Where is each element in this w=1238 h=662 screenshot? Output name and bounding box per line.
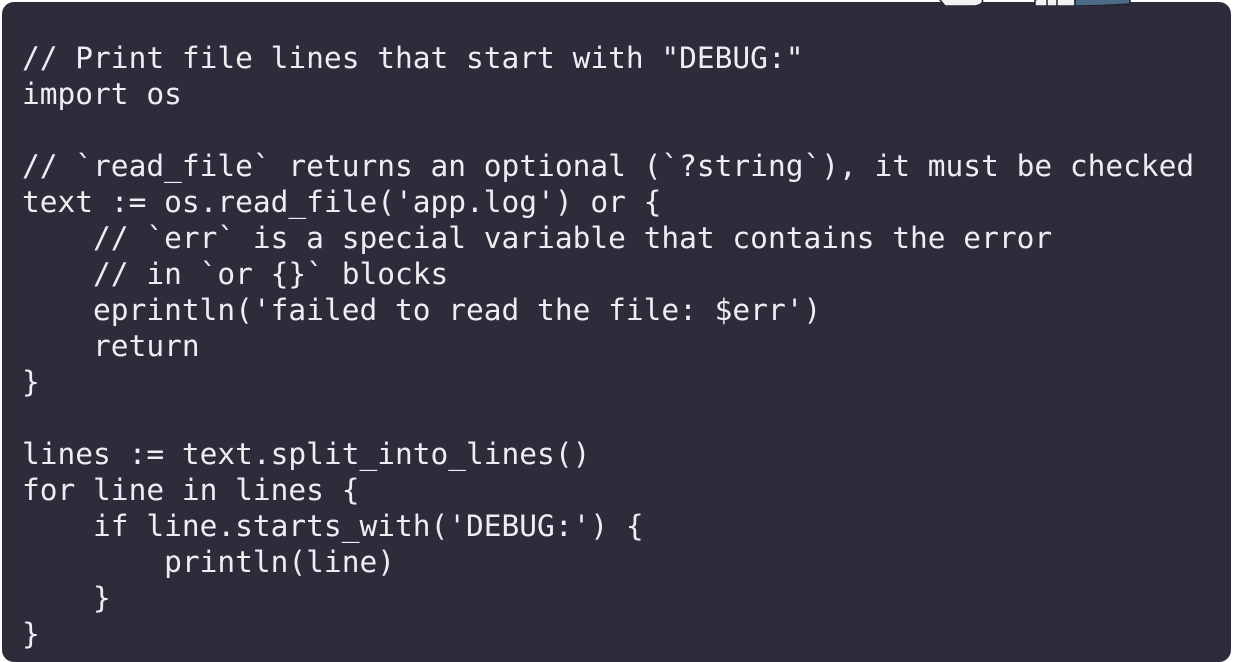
code-line-4: // `read_file` returns an optional (`?st… <box>22 149 1195 183</box>
code-snippet-panel: // Print file lines that start with "DEB… <box>2 2 1231 662</box>
code-line-17: } <box>22 617 40 651</box>
code-line-7: // in `or {}` blocks <box>22 257 449 291</box>
code-line-1: // Print file lines that start with "DEB… <box>22 41 804 75</box>
code-block: // Print file lines that start with "DEB… <box>22 40 1194 652</box>
code-line-15: println(line) <box>22 545 395 579</box>
code-line-9: return <box>22 329 200 363</box>
code-line-10: } <box>22 365 40 399</box>
code-line-13: for line in lines { <box>22 473 360 507</box>
code-line-12: lines := text.split_into_lines() <box>22 437 591 471</box>
code-line-8: eprintln('failed to read the file: $err'… <box>22 293 822 327</box>
code-line-2: import os <box>22 77 182 111</box>
mascot-illustration-icon <box>939 0 1131 6</box>
code-line-16: } <box>22 581 111 615</box>
code-line-6: // `err` is a special variable that cont… <box>22 221 1053 255</box>
code-line-14: if line.starts_with('DEBUG:') { <box>22 509 644 543</box>
code-line-5: text := os.read_file('app.log') or { <box>22 185 662 219</box>
